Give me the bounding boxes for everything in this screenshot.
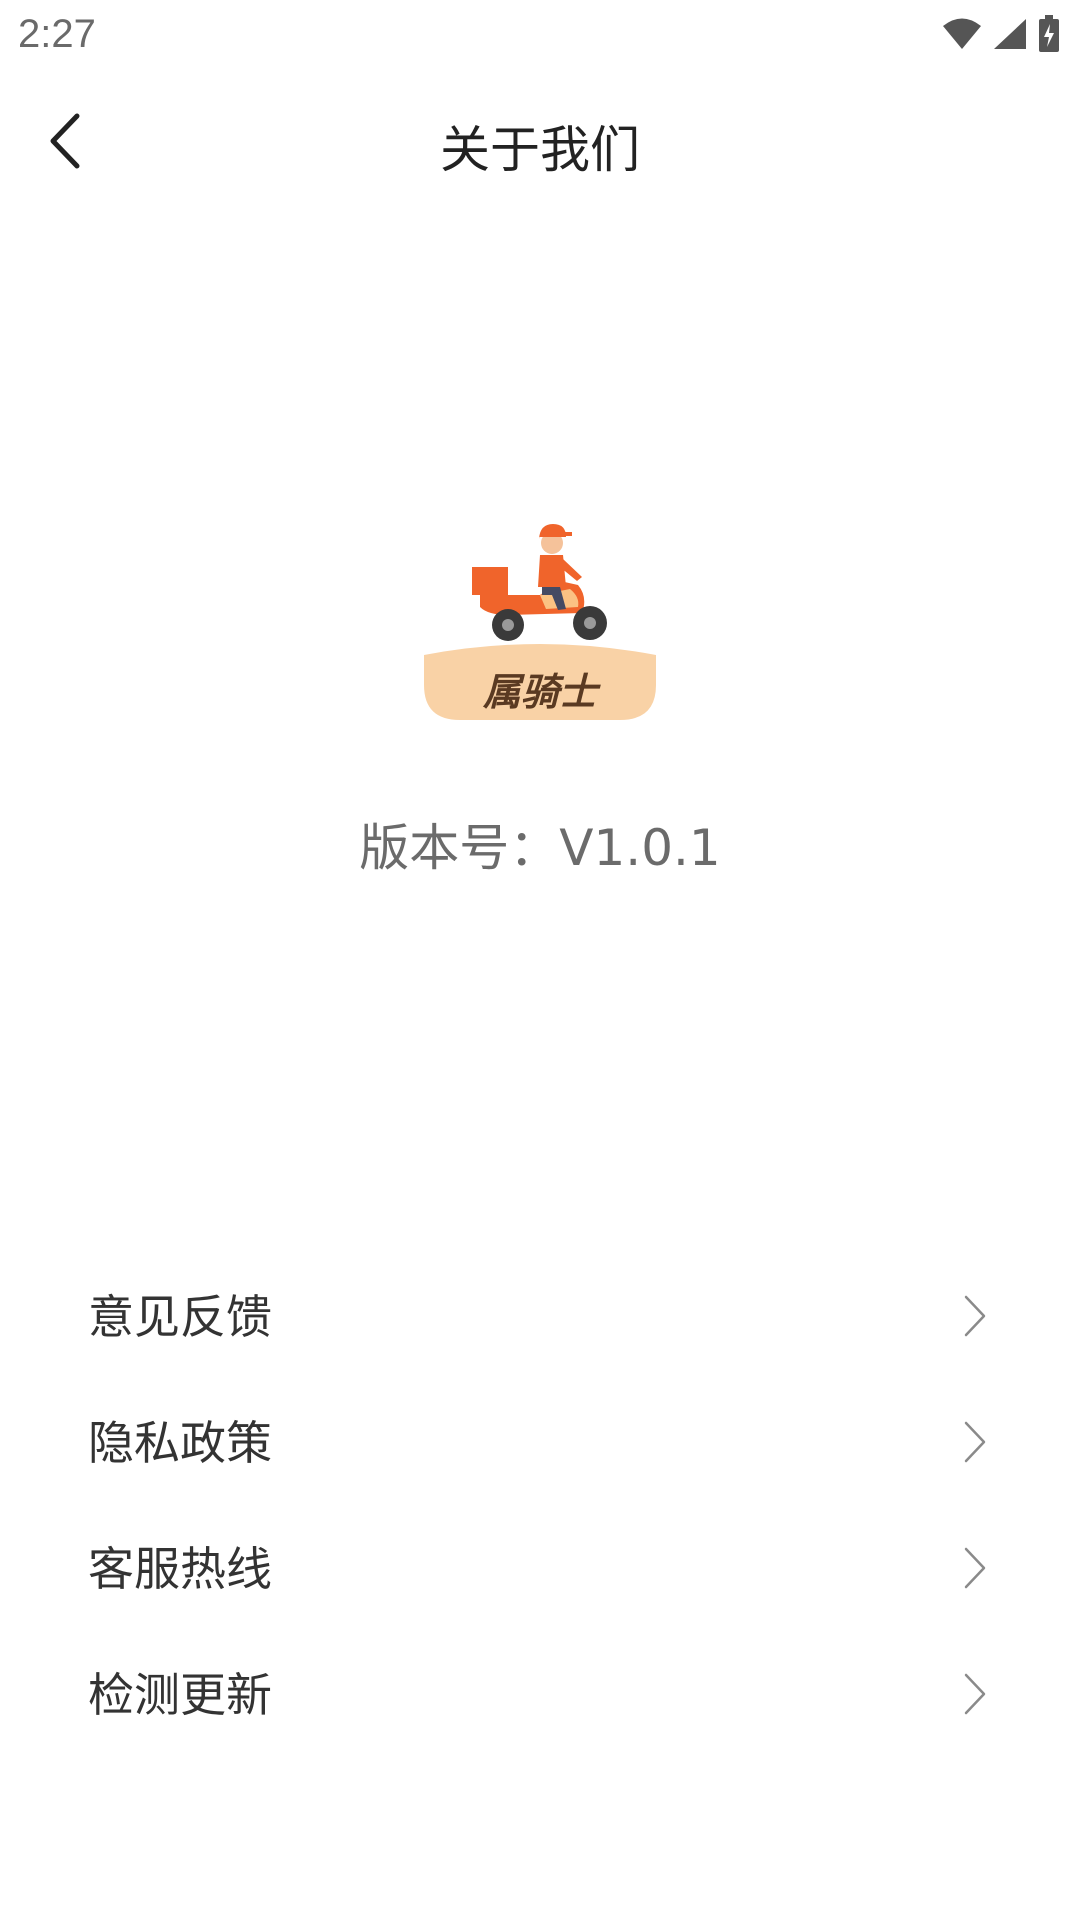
settings-menu: 意见反馈 隐私政策 客服热线 检测更新	[0, 1255, 1080, 1759]
status-icons	[942, 14, 1060, 54]
chevron-right-icon	[964, 1673, 986, 1715]
logo-text: 属骑士	[482, 670, 601, 714]
wifi-icon	[943, 18, 981, 49]
version-text: 版本号：V1.0.1	[359, 819, 721, 877]
menu-item-label: 检测更新	[88, 1668, 272, 1722]
menu-item-label: 意见反馈	[88, 1290, 272, 1344]
menu-item-check-update[interactable]: 检测更新	[0, 1633, 1080, 1759]
menu-item-customer-hotline[interactable]: 客服热线	[0, 1507, 1080, 1633]
battery-charging-icon	[1039, 15, 1059, 52]
status-bar: 2:27	[0, 0, 1080, 72]
menu-item-privacy-policy[interactable]: 隐私政策	[0, 1381, 1080, 1507]
menu-item-label: 隐私政策	[88, 1416, 272, 1470]
menu-item-feedback[interactable]: 意见反馈	[0, 1255, 1080, 1381]
menu-item-label: 客服热线	[88, 1542, 272, 1596]
chevron-right-icon	[964, 1547, 986, 1589]
header-bar: 关于我们	[0, 90, 1080, 190]
cell-signal-icon	[994, 19, 1026, 49]
app-logo: 属骑士	[420, 515, 660, 735]
status-time: 2:27	[18, 12, 96, 56]
page-title: 关于我们	[440, 121, 640, 179]
chevron-right-icon	[964, 1421, 986, 1463]
about-us-screen: 2:27 关于我们 属骑士 版本号：V1.0.1 意见反馈 隐私政策 客服热线 …	[0, 0, 1080, 1920]
chevron-right-icon	[964, 1295, 986, 1337]
